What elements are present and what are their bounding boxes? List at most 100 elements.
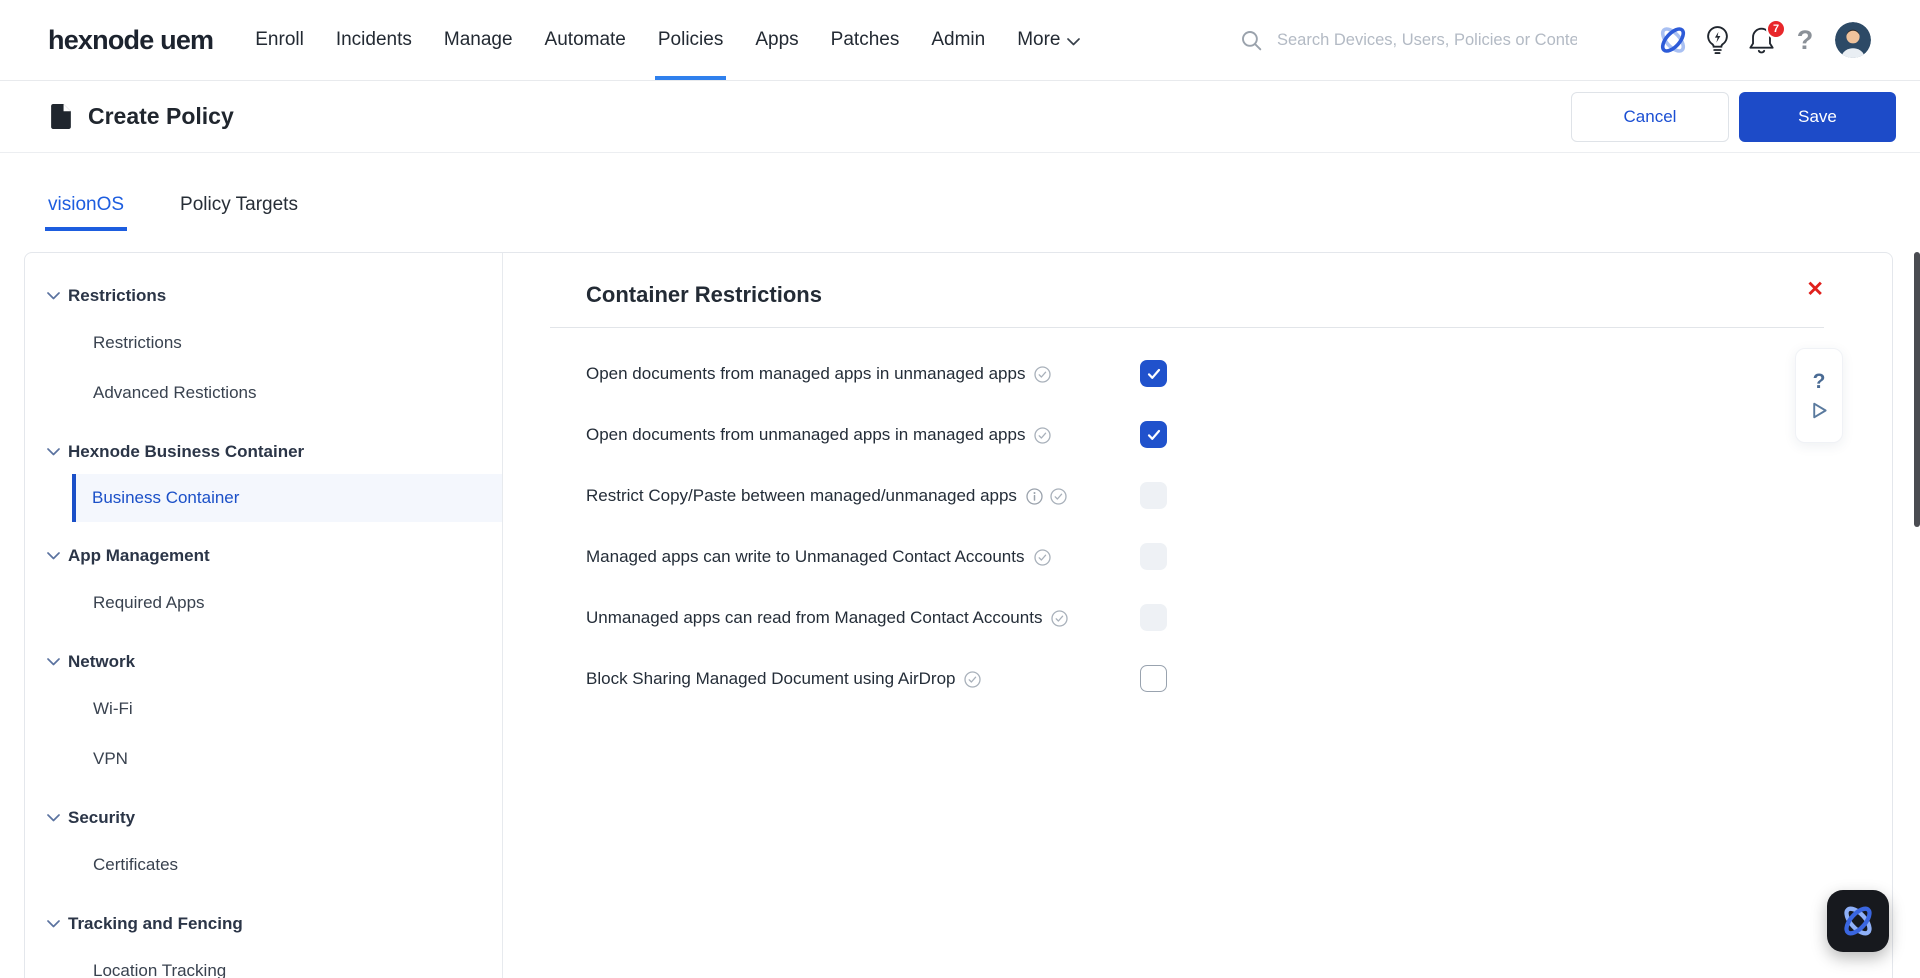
checkbox-unmanaged-apps-can-read-from-managed-contact-accounts[interactable] <box>1140 604 1167 631</box>
setting-row-open-documents-from-unmanaged-apps-in-managed-apps: Open documents from unmanaged apps in ma… <box>586 417 1824 453</box>
sidebar-group-header-network[interactable]: Network <box>25 640 502 684</box>
nav-item-policies[interactable]: Policies <box>655 0 726 80</box>
nav-item-manage[interactable]: Manage <box>441 0 516 80</box>
tab-visionos[interactable]: visionOS <box>45 194 127 231</box>
nav-item-label: Apps <box>755 29 798 51</box>
section-help-icon[interactable]: ? <box>1813 371 1826 392</box>
policy-document-icon <box>50 103 73 130</box>
chevron-down-icon <box>47 658 60 666</box>
sidebar-group-app-management: App Management Required Apps <box>25 534 502 628</box>
setting-row-unmanaged-apps-can-read-from-managed-contact-accounts: Unmanaged apps can read from Managed Con… <box>586 600 1824 636</box>
tab-policy-targets[interactable]: Policy Targets <box>177 194 301 231</box>
sidebar-item-required-apps[interactable]: Required Apps <box>25 578 502 628</box>
sidebar-item-restrictions[interactable]: Restrictions <box>25 318 502 368</box>
sidebar-item-label: Wi-Fi <box>93 699 133 719</box>
sidebar-group-header-hexnode-business-container[interactable]: Hexnode Business Container <box>25 430 502 474</box>
top-navigation-bar: hexnode uem Enroll Incidents Manage Automat… <box>0 0 1920 81</box>
page-scrollbar-thumb[interactable] <box>1914 252 1920 527</box>
topbar-right: 7 ? <box>1241 22 1920 58</box>
global-search[interactable] <box>1241 30 1589 51</box>
checkbox-block-sharing-managed-document-using-airdrop[interactable] <box>1140 665 1167 692</box>
checkmark-icon <box>1147 429 1161 441</box>
sidebar-group-header-security[interactable]: Security <box>25 796 502 840</box>
info-icon[interactable] <box>1026 488 1043 505</box>
remove-section-icon[interactable]: ✕ <box>1806 279 1824 301</box>
create-policy-action-bar: Create Policy Cancel Save <box>0 81 1920 153</box>
sidebar-item-vpn[interactable]: VPN <box>25 734 502 784</box>
nav-item-label: Admin <box>931 29 985 51</box>
sidebar-item-location-tracking[interactable]: Location Tracking <box>25 946 502 978</box>
main-nav: Enroll Incidents Manage Automate Policies App… <box>239 0 1096 80</box>
sidebar-item-advanced-restictions[interactable]: Advanced Restictions <box>25 368 502 418</box>
nav-item-label: Patches <box>831 29 900 51</box>
chevron-down-icon <box>47 920 60 928</box>
sidebar-group-header-app-management[interactable]: App Management <box>25 534 502 578</box>
search-input[interactable] <box>1275 30 1579 51</box>
sidebar-group-label: Network <box>68 652 135 672</box>
notifications-bell-icon[interactable]: 7 <box>1743 22 1779 58</box>
sidebar-item-business-container[interactable]: Business Container <box>72 474 502 522</box>
sidebar-item-label: Location Tracking <box>93 961 226 978</box>
help-widget: ? <box>1795 348 1843 443</box>
configurable-check-icon <box>964 671 981 688</box>
section-divider <box>550 327 1824 328</box>
setting-label-icons <box>1034 366 1051 383</box>
hexnode-uem-logo[interactable]: hexnode uem <box>48 25 213 56</box>
nav-item-enroll[interactable]: Enroll <box>252 0 307 80</box>
sidebar-item-label: Required Apps <box>93 593 205 613</box>
configurable-check-icon <box>1051 610 1068 627</box>
save-button[interactable]: Save <box>1739 92 1896 142</box>
sidebar-item-label: Certificates <box>93 855 178 875</box>
nav-item-label: Enroll <box>255 29 304 51</box>
policy-tabs: visionOS Policy Targets <box>0 152 351 231</box>
nav-item-label: Incidents <box>336 29 412 51</box>
checkbox-managed-apps-can-write-to-unmanaged-contact-accounts[interactable] <box>1140 543 1167 570</box>
setting-row-managed-apps-can-write-to-unmanaged-contact-accounts: Managed apps can write to Unmanaged Cont… <box>586 539 1824 575</box>
checkbox-restrict-copy-paste-between-managed-unmanaged-apps[interactable] <box>1140 482 1167 509</box>
setting-label-icons <box>1026 488 1067 505</box>
sidebar-group-label: Tracking and Fencing <box>68 914 243 934</box>
checkbox-open-documents-from-unmanaged-apps-in-managed-apps[interactable] <box>1140 421 1167 448</box>
nav-item-apps[interactable]: Apps <box>752 0 801 80</box>
video-tutorial-icon[interactable] <box>1811 401 1828 420</box>
search-icon <box>1241 30 1262 51</box>
setting-row-open-documents-from-managed-apps-in-unmanaged-apps: Open documents from managed apps in unma… <box>586 356 1824 392</box>
sidebar-group-label: Restrictions <box>68 286 166 306</box>
setting-label-icons <box>1051 610 1068 627</box>
sidebar-item-label: Business Container <box>92 488 239 508</box>
configurable-check-icon <box>1034 366 1051 383</box>
nav-item-admin[interactable]: Admin <box>928 0 988 80</box>
setting-label: Open documents from managed apps in unma… <box>586 364 1025 384</box>
nav-item-patches[interactable]: Patches <box>828 0 903 80</box>
sidebar-item-label: VPN <box>93 749 128 769</box>
sidebar-group-header-restrictions[interactable]: Restrictions <box>25 274 502 318</box>
nav-item-more[interactable]: More <box>1014 0 1083 80</box>
whats-new-bulb-icon[interactable] <box>1699 22 1735 58</box>
help-icon[interactable]: ? <box>1787 22 1823 58</box>
setting-label-icons <box>964 671 981 688</box>
user-avatar[interactable] <box>1835 22 1871 58</box>
cancel-button[interactable]: Cancel <box>1571 92 1729 142</box>
setting-label: Managed apps can write to Unmanaged Cont… <box>586 547 1025 567</box>
sidebar-item-label: Restrictions <box>93 333 182 353</box>
help-glyph: ? <box>1797 25 1814 56</box>
section-title: Container Restrictions <box>586 279 822 311</box>
sidebar-group-header-tracking-and-fencing[interactable]: Tracking and Fencing <box>25 902 502 946</box>
page-title: Create Policy <box>88 103 234 130</box>
settings-rows: Open documents from managed apps in unma… <box>586 356 1824 697</box>
nav-item-automate[interactable]: Automate <box>542 0 629 80</box>
sidebar-group-network: Network Wi-Fi VPN <box>25 640 502 784</box>
hexnode-chat-widget-button[interactable] <box>1827 890 1889 952</box>
setting-label: Block Sharing Managed Document using Air… <box>586 669 955 689</box>
policy-editor-panel: Restrictions Restrictions Advanced Restict… <box>24 252 1893 978</box>
checkmark-icon <box>1147 368 1161 380</box>
sidebar-item-wi-fi[interactable]: Wi-Fi <box>25 684 502 734</box>
setting-label-icons <box>1034 427 1051 444</box>
checkbox-open-documents-from-managed-apps-in-unmanaged-apps[interactable] <box>1140 360 1167 387</box>
hexnode-care-icon[interactable] <box>1655 22 1691 58</box>
sidebar-group-security: Security Certificates <box>25 796 502 890</box>
configurable-check-icon <box>1034 549 1051 566</box>
nav-item-label: Automate <box>545 29 626 51</box>
sidebar-item-certificates[interactable]: Certificates <box>25 840 502 890</box>
nav-item-incidents[interactable]: Incidents <box>333 0 415 80</box>
